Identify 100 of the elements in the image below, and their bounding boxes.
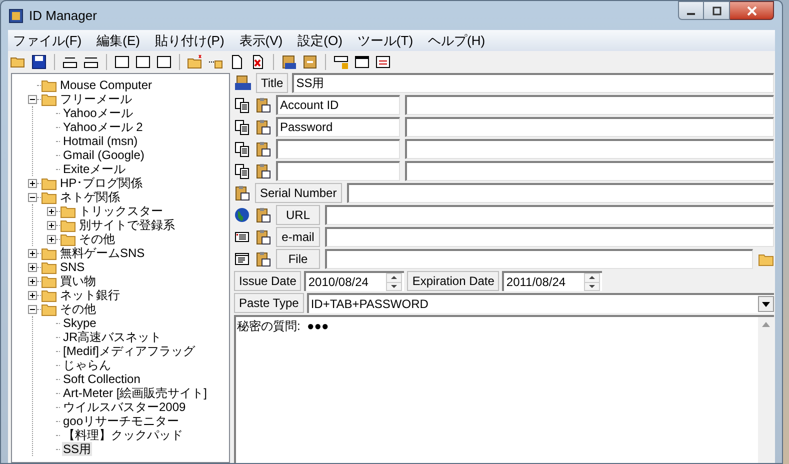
expand-toggle[interactable] xyxy=(47,220,56,230)
spin-buttons[interactable] xyxy=(386,273,402,291)
scrollbar[interactable] xyxy=(758,317,774,463)
label-button[interactable]: Issue Date xyxy=(234,271,302,291)
tree-item[interactable]: [Medif]メディアフラッグ xyxy=(62,344,196,358)
expand-toggle[interactable] xyxy=(28,248,37,258)
browse-icon[interactable] xyxy=(758,252,774,266)
tree-item[interactable]: SS用 xyxy=(62,442,92,456)
minimize-button[interactable] xyxy=(678,1,704,20)
delete-icon[interactable] xyxy=(250,54,266,70)
notes-area[interactable]: 秘密の質問: ●●● xyxy=(234,315,774,463)
tree-item[interactable]: gooリサーチモニター xyxy=(62,414,180,428)
file-field[interactable] xyxy=(325,249,753,269)
globe-icon[interactable] xyxy=(234,207,250,223)
tree-item[interactable]: その他 xyxy=(78,232,116,246)
tree-item[interactable]: Hotmail (msn) xyxy=(62,134,139,148)
tree-item[interactable]: ネトゲ関係 xyxy=(59,190,121,204)
serial-field[interactable] xyxy=(346,183,774,203)
expand-toggle[interactable] xyxy=(47,206,56,216)
label-button[interactable]: URL xyxy=(276,205,320,225)
field-name-field[interactable] xyxy=(276,139,400,159)
menu-item[interactable]: ツール(T) xyxy=(356,30,414,50)
document-icon[interactable] xyxy=(234,251,250,267)
copy-icon[interactable] xyxy=(234,119,250,135)
menu-item[interactable]: 貼り付け(P) xyxy=(154,30,226,50)
label-button[interactable]: e-mail xyxy=(276,227,320,247)
title-field[interactable]: SS用 xyxy=(292,73,774,93)
copy-icon[interactable] xyxy=(234,141,250,157)
menu-item[interactable]: 編集(E) xyxy=(96,30,141,50)
collapse-toggle[interactable] xyxy=(28,94,37,104)
new-folder-icon[interactable] xyxy=(187,54,203,70)
tree-item[interactable]: ネット銀行 xyxy=(59,288,121,302)
expand-toggle[interactable] xyxy=(28,262,37,272)
expand-toggle[interactable] xyxy=(47,234,56,244)
folder-icon xyxy=(41,78,57,92)
copy-icon[interactable] xyxy=(234,97,250,113)
field-name-field[interactable]: Password xyxy=(276,117,400,137)
field-name-field[interactable] xyxy=(276,161,400,181)
tree-item[interactable]: Skype xyxy=(62,316,98,330)
copy-icon[interactable] xyxy=(234,163,250,179)
menu-item[interactable]: 設定(O) xyxy=(296,30,344,50)
new-page-icon[interactable] xyxy=(229,54,245,70)
paste-type-dropdown[interactable]: ID+TAB+PASSWORD xyxy=(306,293,774,313)
tree-item[interactable]: じゃらん xyxy=(62,358,112,372)
field-value-field[interactable] xyxy=(405,139,774,159)
tree-item[interactable]: 【料理】クックパッド xyxy=(62,428,184,442)
label-button[interactable]: Serial Number xyxy=(255,183,342,203)
label-button[interactable]: Title xyxy=(256,73,288,93)
field-value-field[interactable] xyxy=(405,161,774,181)
id-clipboard-icon[interactable] xyxy=(234,75,252,91)
menu-item[interactable]: 表示(V) xyxy=(238,30,284,50)
tree-item[interactable]: SNS xyxy=(59,260,86,274)
menu-item[interactable]: ファイル(F) xyxy=(12,30,83,50)
field-value-field[interactable] xyxy=(405,117,774,137)
tree-item[interactable]: 買い物 xyxy=(59,274,97,288)
field-name-field[interactable]: Account ID xyxy=(276,95,400,115)
expand-toggle[interactable] xyxy=(28,276,37,286)
clipboard-icon[interactable] xyxy=(234,185,250,201)
tree-item[interactable]: フリーメール xyxy=(59,92,133,106)
tree-item[interactable]: Exiteメール xyxy=(62,162,127,176)
collapse-toggle[interactable] xyxy=(28,304,37,314)
expand-toggle[interactable] xyxy=(28,178,37,188)
window-icon[interactable] xyxy=(354,54,370,70)
tree-item[interactable]: Gmail (Google) xyxy=(62,148,146,162)
field-value-field[interactable] xyxy=(405,95,774,115)
expand-toggle[interactable] xyxy=(28,290,37,300)
tree-item[interactable]: Yahooメール 2 xyxy=(62,120,144,134)
clipboard-icon[interactable] xyxy=(255,119,271,135)
clipboard-icon[interactable] xyxy=(255,163,271,179)
tree-item[interactable]: その他 xyxy=(59,302,97,316)
tree-item[interactable]: Art-Meter [絵画販売サイト] xyxy=(62,386,208,400)
close-button[interactable] xyxy=(730,1,774,20)
tree-item[interactable]: JR高速バスネット xyxy=(62,330,163,344)
url-field[interactable] xyxy=(325,205,774,225)
clipboard-icon[interactable] xyxy=(255,229,271,245)
folder-icon xyxy=(41,176,57,190)
tree-item[interactable]: 別サイトで登録系 xyxy=(78,218,176,232)
maximize-button[interactable] xyxy=(704,1,730,20)
clipboard-icon[interactable] xyxy=(255,207,271,223)
spin-buttons[interactable] xyxy=(584,273,600,291)
label-button[interactable]: Paste Type xyxy=(234,293,304,313)
clipboard-icon[interactable] xyxy=(255,97,271,113)
clipboard-icon[interactable] xyxy=(302,54,318,70)
tree-item[interactable]: 無料ゲームSNS xyxy=(59,246,146,260)
label-button[interactable]: File xyxy=(276,249,320,269)
clipboard-icon[interactable] xyxy=(255,251,271,267)
tree-item[interactable]: Yahooメール xyxy=(62,106,134,120)
menu-item[interactable]: ヘルプ(H) xyxy=(427,30,486,50)
tree-item[interactable]: トリックスター xyxy=(78,204,164,218)
id-clipboard-icon[interactable] xyxy=(281,54,297,70)
tree-item[interactable]: HP･ブログ関係 xyxy=(59,176,144,190)
tree-item[interactable]: Mouse Computer xyxy=(59,78,154,92)
collapse-toggle[interactable] xyxy=(28,192,37,202)
label-button[interactable]: Expiration Date xyxy=(407,271,500,291)
email-field[interactable] xyxy=(325,227,774,247)
tree-item[interactable]: Soft Collection xyxy=(62,372,142,386)
tree-item[interactable]: ウイルスバスター2009 xyxy=(62,400,187,414)
clipboard-icon[interactable] xyxy=(255,141,271,157)
close-icon xyxy=(746,6,756,16)
save-icon[interactable] xyxy=(31,54,47,70)
